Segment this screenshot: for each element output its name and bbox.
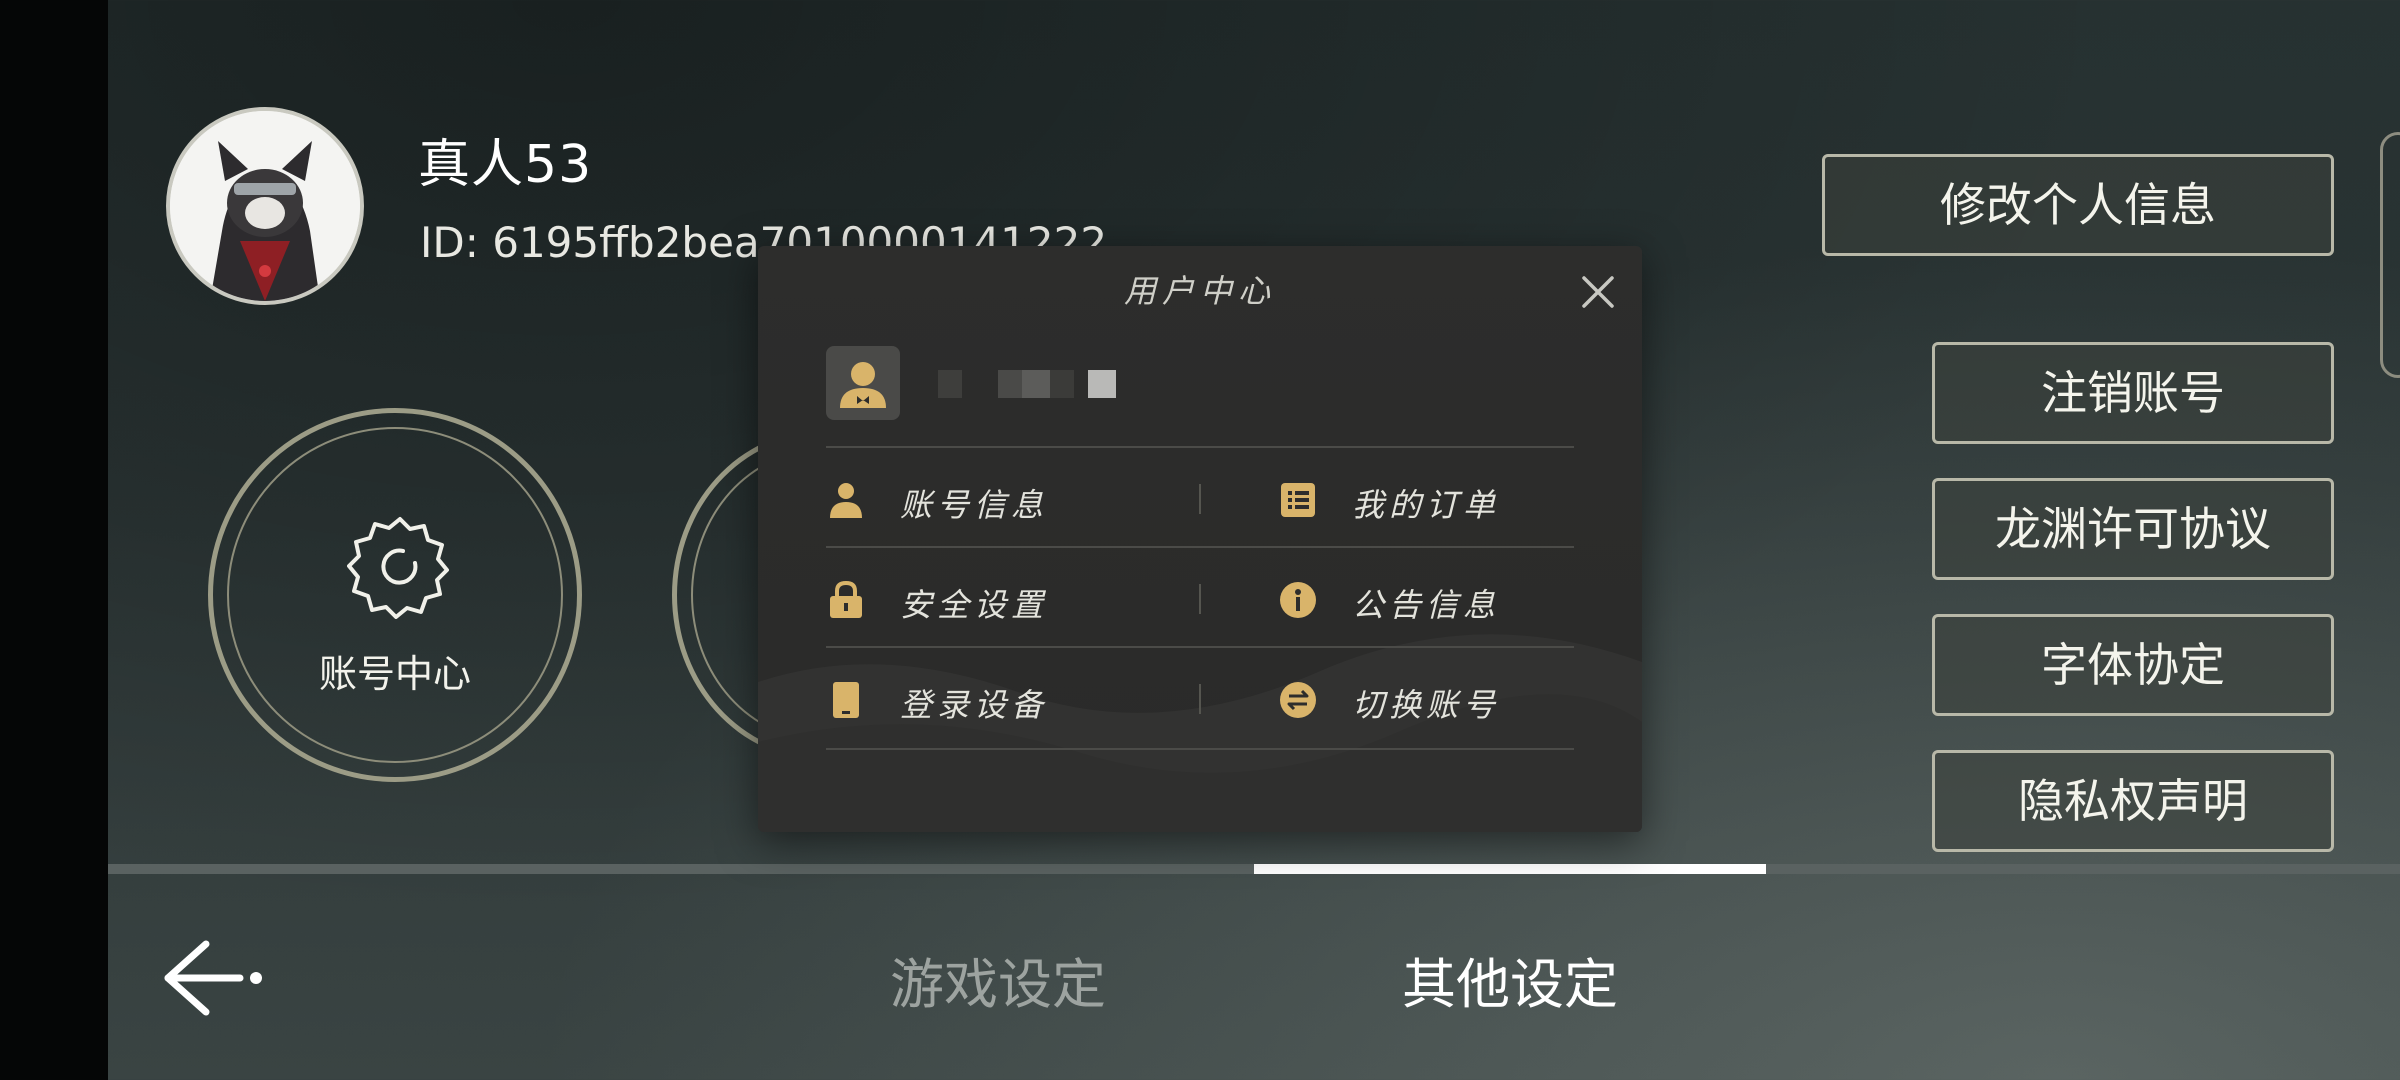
menu-announcements[interactable]: 公告信息 xyxy=(1278,564,1618,634)
device-icon xyxy=(833,682,859,718)
cancel-account-button[interactable]: 注销账号 xyxy=(1932,342,2334,444)
divider xyxy=(826,446,1574,448)
menu-label: 公告信息 xyxy=(1352,586,1501,624)
account-center-label: 账号中心 xyxy=(318,652,471,696)
left-edge-strip xyxy=(0,0,108,1080)
privacy-statement-button[interactable]: 隐私权声明 xyxy=(1932,750,2334,852)
user-center-modal: 用户中心 账号信息 我的订单 安全设置 公告信息 登录设备 切换账号 xyxy=(758,246,1642,832)
info-icon xyxy=(1280,582,1316,618)
menu-my-orders[interactable]: 我的订单 xyxy=(1278,464,1618,534)
menu-label: 安全设置 xyxy=(900,586,1049,624)
menu-switch-account[interactable]: 切换账号 xyxy=(1278,664,1618,734)
close-icon[interactable] xyxy=(1576,270,1620,314)
menu-label: 账号信息 xyxy=(900,486,1049,524)
switch-icon xyxy=(1280,682,1316,718)
modal-title: 用户中心 xyxy=(1123,272,1276,310)
edit-profile-button[interactable]: 修改个人信息 xyxy=(1822,154,2334,256)
avatar-illustration-icon xyxy=(170,111,360,301)
active-tab-indicator xyxy=(1254,864,1766,874)
account-center-button[interactable]: 账号中心 xyxy=(208,408,582,782)
license-agreement-button[interactable]: 龙渊许可协议 xyxy=(1932,478,2334,580)
blurred-username xyxy=(938,370,1116,398)
side-handle[interactable] xyxy=(2380,132,2400,378)
column-separator xyxy=(1199,584,1201,614)
divider xyxy=(826,646,1574,648)
menu-security-settings[interactable]: 安全设置 xyxy=(826,564,1166,634)
lock-icon xyxy=(830,580,862,618)
username: 真人53 xyxy=(418,135,593,195)
menu-login-devices[interactable]: 登录设备 xyxy=(826,664,1166,734)
menu-label: 登录设备 xyxy=(900,686,1049,724)
gear-icon xyxy=(347,517,449,619)
column-separator xyxy=(1199,684,1201,714)
tab-other-settings[interactable]: 其他设定 xyxy=(1402,940,1618,1019)
font-agreement-button[interactable]: 字体协定 xyxy=(1932,614,2334,716)
divider xyxy=(826,748,1574,750)
column-separator xyxy=(1199,484,1201,514)
divider xyxy=(826,546,1574,548)
tab-game-settings[interactable]: 游戏设定 xyxy=(890,940,1106,1019)
list-icon xyxy=(1281,483,1315,517)
back-arrow-icon[interactable] xyxy=(160,940,264,1016)
menu-account-info[interactable]: 账号信息 xyxy=(826,464,1166,534)
menu-label: 切换账号 xyxy=(1352,686,1501,724)
user-avatar-icon xyxy=(840,362,886,408)
person-icon xyxy=(830,483,862,518)
avatar[interactable] xyxy=(166,107,364,305)
menu-label: 我的订单 xyxy=(1352,486,1501,524)
modal-user-avatar xyxy=(826,346,900,420)
